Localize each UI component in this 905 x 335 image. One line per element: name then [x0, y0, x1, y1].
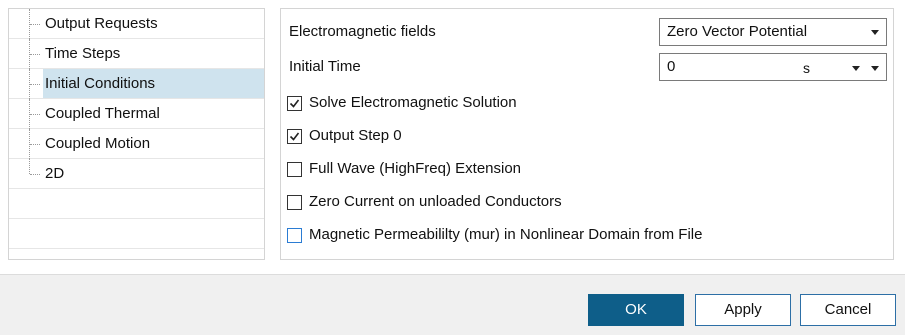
tree-connector — [29, 99, 40, 129]
navigation-tree: Output Requests Time Steps Initial Condi… — [8, 8, 265, 260]
tree-item-label: Time Steps — [45, 45, 121, 62]
tree-connector — [29, 159, 40, 189]
chevron-down-icon — [871, 30, 879, 35]
apply-button[interactable]: Apply — [695, 294, 791, 326]
tree-item-initial-conditions[interactable]: Initial Conditions — [9, 69, 264, 99]
initial-time-unit: s — [803, 60, 810, 76]
ok-button[interactable]: OK — [588, 294, 684, 326]
output-step-0-label: Output Step 0 — [309, 127, 402, 144]
tree-connector — [29, 69, 40, 99]
tree-connector — [29, 129, 40, 159]
output-step-0-checkbox[interactable] — [287, 129, 302, 144]
checkmark-icon — [289, 132, 300, 141]
dialog-content-area: Output Requests Time Steps Initial Condi… — [0, 0, 905, 275]
tree-empty-row — [9, 219, 264, 249]
tree-item-label: Coupled Thermal — [45, 105, 160, 122]
tree-item-2d[interactable]: 2D — [9, 159, 264, 189]
initial-time-input[interactable]: 0 s — [659, 53, 887, 81]
tree-connector — [29, 39, 40, 69]
chevron-down-icon[interactable] — [871, 66, 879, 71]
em-fields-select[interactable]: Zero Vector Potential — [659, 18, 887, 46]
button-bar-divider — [0, 274, 905, 275]
zero-current-label: Zero Current on unloaded Conductors — [309, 193, 562, 210]
solve-em-solution-checkbox[interactable] — [287, 96, 302, 111]
magnetic-permeability-label: Magnetic Permeabililty (mur) in Nonlinea… — [309, 226, 703, 243]
magnetic-permeability-checkbox[interactable] — [287, 228, 302, 243]
cancel-button[interactable]: Cancel — [800, 294, 896, 326]
tree-connector — [29, 9, 40, 39]
em-fields-label: Electromagnetic fields — [289, 23, 436, 40]
zero-current-checkbox[interactable] — [287, 195, 302, 210]
checkmark-icon — [289, 99, 300, 108]
tree-empty-row — [9, 189, 264, 219]
initial-time-label: Initial Time — [289, 58, 361, 75]
full-wave-checkbox[interactable] — [287, 162, 302, 177]
tree-item-label: 2D — [45, 165, 65, 182]
tree-item-label: Output Requests — [45, 15, 158, 32]
tree-item-label: Coupled Motion — [45, 135, 151, 152]
em-fields-value: Zero Vector Potential — [667, 23, 808, 40]
tree-item-coupled-thermal[interactable]: Coupled Thermal — [9, 99, 264, 129]
tree-item-time-steps[interactable]: Time Steps — [9, 39, 264, 69]
solve-em-solution-label: Solve Electromagnetic Solution — [309, 94, 517, 111]
initial-time-value: 0 — [667, 58, 676, 75]
unit-chevron-down-icon[interactable] — [852, 66, 860, 71]
initial-conditions-form: Electromagnetic fields Zero Vector Poten… — [280, 8, 894, 260]
full-wave-label: Full Wave (HighFreq) Extension — [309, 160, 522, 177]
tree-item-label: Initial Conditions — [43, 69, 264, 98]
tree-item-coupled-motion[interactable]: Coupled Motion — [9, 129, 264, 159]
tree-item-output-requests[interactable]: Output Requests — [9, 9, 264, 39]
